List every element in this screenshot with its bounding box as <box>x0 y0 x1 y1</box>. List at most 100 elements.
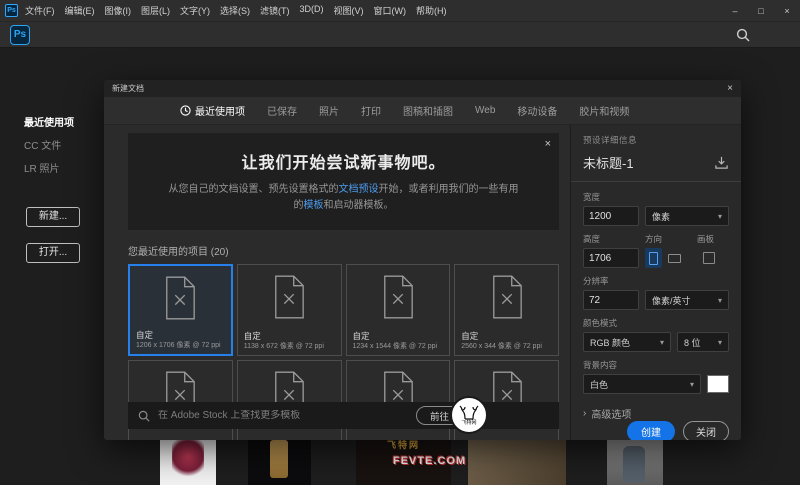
thumbnail-artwork <box>623 446 645 482</box>
artboard-label: 画板 <box>697 233 729 245</box>
maximize-button[interactable]: □ <box>748 0 774 22</box>
create-button[interactable]: 创建 <box>627 421 675 440</box>
search-icon <box>138 410 150 422</box>
recent-doc-tile[interactable]: 自定 2560 x 344 像素 @ 72 ppi <box>454 264 559 356</box>
document-icon <box>163 276 197 320</box>
templates-link[interactable]: 模板 <box>304 200 324 211</box>
sidebar-item-recent[interactable]: 最近使用项 <box>0 110 120 133</box>
background-select[interactable]: 白色 ▾ <box>583 374 701 394</box>
bit-depth-value: 8 位 <box>684 336 701 349</box>
color-mode-value: RGB 颜色 <box>590 336 630 349</box>
dialog-body: × 让我们开始尝试新事物吧。 从您自己的文档设置、预先设置格式的文档预设开始，或… <box>104 125 741 440</box>
tab-art-illustration[interactable]: 图稿和插图 <box>403 103 453 118</box>
background-color-swatch[interactable] <box>707 375 729 393</box>
hero-text: 的 <box>294 200 304 211</box>
hero-text: 开始，或者利用我们的一些有用 <box>379 184 519 195</box>
chevron-down-icon: ▾ <box>718 338 722 347</box>
unit-value: 像素 <box>652 210 670 223</box>
chevron-right-icon: › <box>583 408 586 419</box>
advanced-options-toggle[interactable]: › 高级选项 <box>583 406 729 421</box>
window-controls: – □ × <box>722 0 800 22</box>
document-icon <box>381 275 415 319</box>
orientation-landscape-button[interactable] <box>666 248 683 268</box>
menu-layer[interactable]: 图层(L) <box>141 4 170 17</box>
tab-print[interactable]: 打印 <box>361 103 381 118</box>
tab-recent[interactable]: 最近使用项 <box>180 103 245 118</box>
menubar: 文件(F) 编辑(E) 图像(I) 图层(L) 文字(Y) 选择(S) 滤镜(T… <box>25 4 447 17</box>
deer-antlers-icon <box>459 405 479 420</box>
height-input[interactable] <box>583 248 639 268</box>
dialog-titlebar: 新建文档 × <box>104 80 741 97</box>
sidebar-item-cc-files[interactable]: CC 文件 <box>0 133 120 156</box>
orientation-group <box>645 248 697 268</box>
hero-banner: × 让我们开始尝试新事物吧。 从您自己的文档设置、预先设置格式的文档预设开始，或… <box>128 133 559 230</box>
chevron-down-icon: ▾ <box>718 296 722 305</box>
dialog-left-pane: × 让我们开始尝试新事物吧。 从您自己的文档设置、预先设置格式的文档预设开始，或… <box>104 125 570 440</box>
tile-size: 2560 x 344 像素 @ 72 ppi <box>461 341 542 351</box>
document-name-field[interactable]: 未标题-1 <box>583 153 634 172</box>
dialog-tabs: 最近使用项 已保存 照片 打印 图稿和插图 Web 移动设备 胶片和视频 <box>104 97 741 125</box>
tab-saved[interactable]: 已保存 <box>267 103 297 118</box>
new-document-dialog: 新建文档 × 最近使用项 已保存 照片 打印 图稿和插图 Web 移动设备 胶片… <box>104 80 741 440</box>
width-unit-select[interactable]: 像素 ▾ <box>645 206 729 226</box>
app-icon: Ps <box>5 4 18 17</box>
menu-edit[interactable]: 编辑(E) <box>65 4 95 17</box>
document-icon <box>490 275 524 319</box>
hero-body: 从您自己的文档设置、预先设置格式的文档预设开始，或者利用我们的一些有用 的模板和… <box>128 182 559 213</box>
menu-window[interactable]: 窗口(W) <box>374 4 407 17</box>
recent-doc-tile[interactable]: 自定 1138 x 672 像素 @ 72 ppi <box>237 264 342 356</box>
save-preset-icon[interactable] <box>714 156 729 170</box>
close-window-button[interactable]: × <box>774 0 800 22</box>
recent-tiles-row1: 自定 1206 x 1706 像素 @ 72 ppi 自定 1138 x 672… <box>128 264 559 356</box>
doc-preset-link[interactable]: 文档预设 <box>339 184 379 195</box>
recent-doc-tile[interactable]: 自定 1234 x 1544 像素 @ 72 ppi <box>346 264 451 356</box>
artboard-checkbox[interactable] <box>703 252 715 264</box>
thumbnail-artwork <box>172 438 204 478</box>
resolution-unit-select[interactable]: 像素/英寸 ▾ <box>645 290 729 310</box>
menu-filter[interactable]: 滤镜(T) <box>260 4 290 17</box>
recent-doc-tile[interactable]: 自定 1206 x 1706 像素 @ 72 ppi <box>128 264 233 356</box>
resolution-input[interactable] <box>583 290 639 310</box>
tab-film-video[interactable]: 胶片和视频 <box>579 103 629 118</box>
new-file-button[interactable]: 新建... <box>26 207 80 227</box>
menu-view[interactable]: 视图(V) <box>334 4 364 17</box>
menu-type[interactable]: 文字(Y) <box>180 4 210 17</box>
tab-mobile[interactable]: 移动设备 <box>517 103 557 118</box>
hero-text: 从您自己的文档设置、预先设置格式的 <box>169 184 339 195</box>
close-button[interactable]: 关闭 <box>683 421 729 440</box>
hero-text: 和启动器模板。 <box>324 200 394 211</box>
clock-icon <box>180 105 191 116</box>
orientation-portrait-button[interactable] <box>645 248 662 268</box>
bit-depth-select[interactable]: 8 位 ▾ <box>677 332 729 352</box>
tile-size: 1206 x 1706 像素 @ 72 ppi <box>136 340 221 350</box>
stock-search-input[interactable] <box>158 410 408 421</box>
background-label: 背景内容 <box>583 359 729 371</box>
menu-file[interactable]: 文件(F) <box>25 4 55 17</box>
search-icon[interactable] <box>736 28 750 42</box>
sidebar-item-lr-photos[interactable]: LR 照片 <box>0 156 120 179</box>
menu-select[interactable]: 选择(S) <box>220 4 250 17</box>
chevron-down-icon: ▾ <box>718 212 722 221</box>
dialog-close-icon[interactable]: × <box>727 83 733 94</box>
tab-photo[interactable]: 照片 <box>319 103 339 118</box>
height-label: 高度 <box>583 233 645 245</box>
resolution-label: 分辨率 <box>583 275 729 287</box>
open-file-button[interactable]: 打开... <box>26 243 80 263</box>
watermark-site-text: FEVTE.COM <box>393 455 466 467</box>
hero-close-icon[interactable]: × <box>545 138 551 150</box>
menu-image[interactable]: 图像(I) <box>105 4 132 17</box>
minimize-button[interactable]: – <box>722 0 748 22</box>
menu-help[interactable]: 帮助(H) <box>416 4 447 17</box>
orientation-label: 方向 <box>645 233 697 245</box>
titlebar: Ps 文件(F) 编辑(E) 图像(I) 图层(L) 文字(Y) 选择(S) 滤… <box>0 0 800 22</box>
stock-search-bar: 前往 <box>128 402 559 429</box>
chevron-down-icon: ▾ <box>690 380 694 389</box>
width-input[interactable] <box>583 206 639 226</box>
ps-home-icon[interactable]: Ps <box>10 25 30 45</box>
tab-web[interactable]: Web <box>475 105 495 116</box>
menu-3d[interactable]: 3D(D) <box>300 4 324 17</box>
color-mode-select[interactable]: RGB 颜色 ▾ <box>583 332 671 352</box>
divider <box>571 181 741 182</box>
landscape-icon <box>668 254 681 263</box>
fevte-deer-logo: 飞特网 <box>450 396 488 434</box>
